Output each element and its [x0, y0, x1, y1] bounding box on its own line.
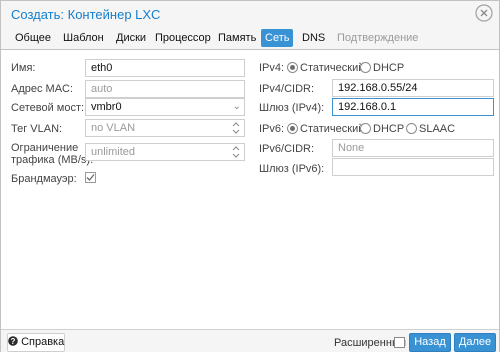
mac-field[interactable]: auto [85, 80, 245, 98]
rate-placeholder: unlimited [91, 146, 136, 158]
tab-general[interactable]: Общее [11, 29, 55, 47]
help-button[interactable]: ? Справка [7, 333, 65, 352]
close-icon[interactable] [475, 4, 493, 22]
gateway6-label: Шлюз (IPv6): [259, 163, 325, 175]
tab-dns[interactable]: DNS [298, 29, 329, 47]
ipv4-cidr-field[interactable]: 192.168.0.55/24 [332, 79, 494, 97]
ipv4-cidr-label: IPv4/CIDR: [259, 83, 315, 95]
ipv6-label: IPv6: [259, 123, 285, 135]
rate-field[interactable]: unlimited [85, 143, 245, 161]
ipv4-label: IPv4: [259, 62, 285, 74]
bridge-value: vmbr0 [91, 101, 122, 113]
ipv6-static-label: Статический [300, 123, 365, 135]
rate-label-line1: Ограничение [11, 142, 79, 154]
tab-cpu[interactable]: Процессор [151, 29, 215, 47]
ipv6-slaac-radio[interactable] [406, 123, 417, 134]
ipv4-dhcp-label: DHCP [373, 62, 405, 74]
ipv4-static-radio[interactable] [287, 62, 298, 73]
tab-disks[interactable]: Диски [112, 29, 150, 47]
gateway4-label: Шлюз (IPv4): [259, 102, 325, 114]
ipv4-static-label: Статический [300, 62, 365, 74]
ipv6-cidr-field[interactable]: None [332, 139, 494, 157]
ipv6-slaac-label: SLAAC [419, 123, 456, 135]
tab-template[interactable]: Шаблон [59, 29, 108, 47]
vlan-label: Тег VLAN: [11, 123, 63, 135]
gateway4-field[interactable]: 192.168.0.1 [332, 98, 494, 116]
firewall-checkbox[interactable] [85, 172, 96, 183]
firewall-label: Брандмауэр: [11, 173, 77, 185]
name-field[interactable]: eth0 [85, 59, 245, 77]
network-panel: Имя: eth0 Адрес MAC: auto Сетевой мост: … [1, 50, 499, 329]
ipv6-static-radio[interactable] [287, 123, 298, 134]
mac-label: Адрес MAC: [11, 83, 74, 95]
svg-text:?: ? [11, 337, 16, 346]
tab-network[interactable]: Сеть [261, 29, 294, 47]
footer-bar: ? Справка Расширенный Назад Далее [1, 329, 499, 352]
back-button[interactable]: Назад [409, 333, 451, 352]
tab-memory[interactable]: Память [214, 29, 260, 47]
tab-confirm: Подтверждение [337, 32, 419, 44]
bridge-select[interactable]: vmbr0 ⌄ [85, 98, 245, 116]
vlan-field[interactable]: no VLAN [85, 119, 245, 137]
create-lxc-window: Создать: Контейнер LXC Общее Шаблон Диск… [0, 0, 500, 352]
ipv6-dhcp-radio[interactable] [360, 123, 371, 134]
name-label: Имя: [11, 62, 36, 74]
advanced-checkbox[interactable] [394, 337, 405, 348]
next-button[interactable]: Далее [454, 333, 496, 352]
chevron-down-icon[interactable]: ⌄ [233, 100, 241, 114]
help-label: Справка [21, 336, 65, 348]
ipv6-dhcp-label: DHCP [373, 123, 405, 135]
help-icon: ? [8, 336, 18, 346]
ipv6-cidr-label: IPv6/CIDR: [259, 143, 315, 155]
bridge-label: Сетевой мост: [11, 102, 85, 114]
spinner-icon[interactable] [232, 121, 240, 135]
ipv4-dhcp-radio[interactable] [360, 62, 371, 73]
window-title: Создать: Контейнер LXC [11, 7, 161, 22]
rate-label-line2: трафика (MB/s): [11, 154, 94, 166]
spinner-icon[interactable] [232, 145, 240, 159]
gateway6-field[interactable] [332, 158, 494, 176]
vlan-placeholder: no VLAN [91, 122, 136, 134]
title-bar: Создать: Контейнер LXC [1, 1, 499, 27]
